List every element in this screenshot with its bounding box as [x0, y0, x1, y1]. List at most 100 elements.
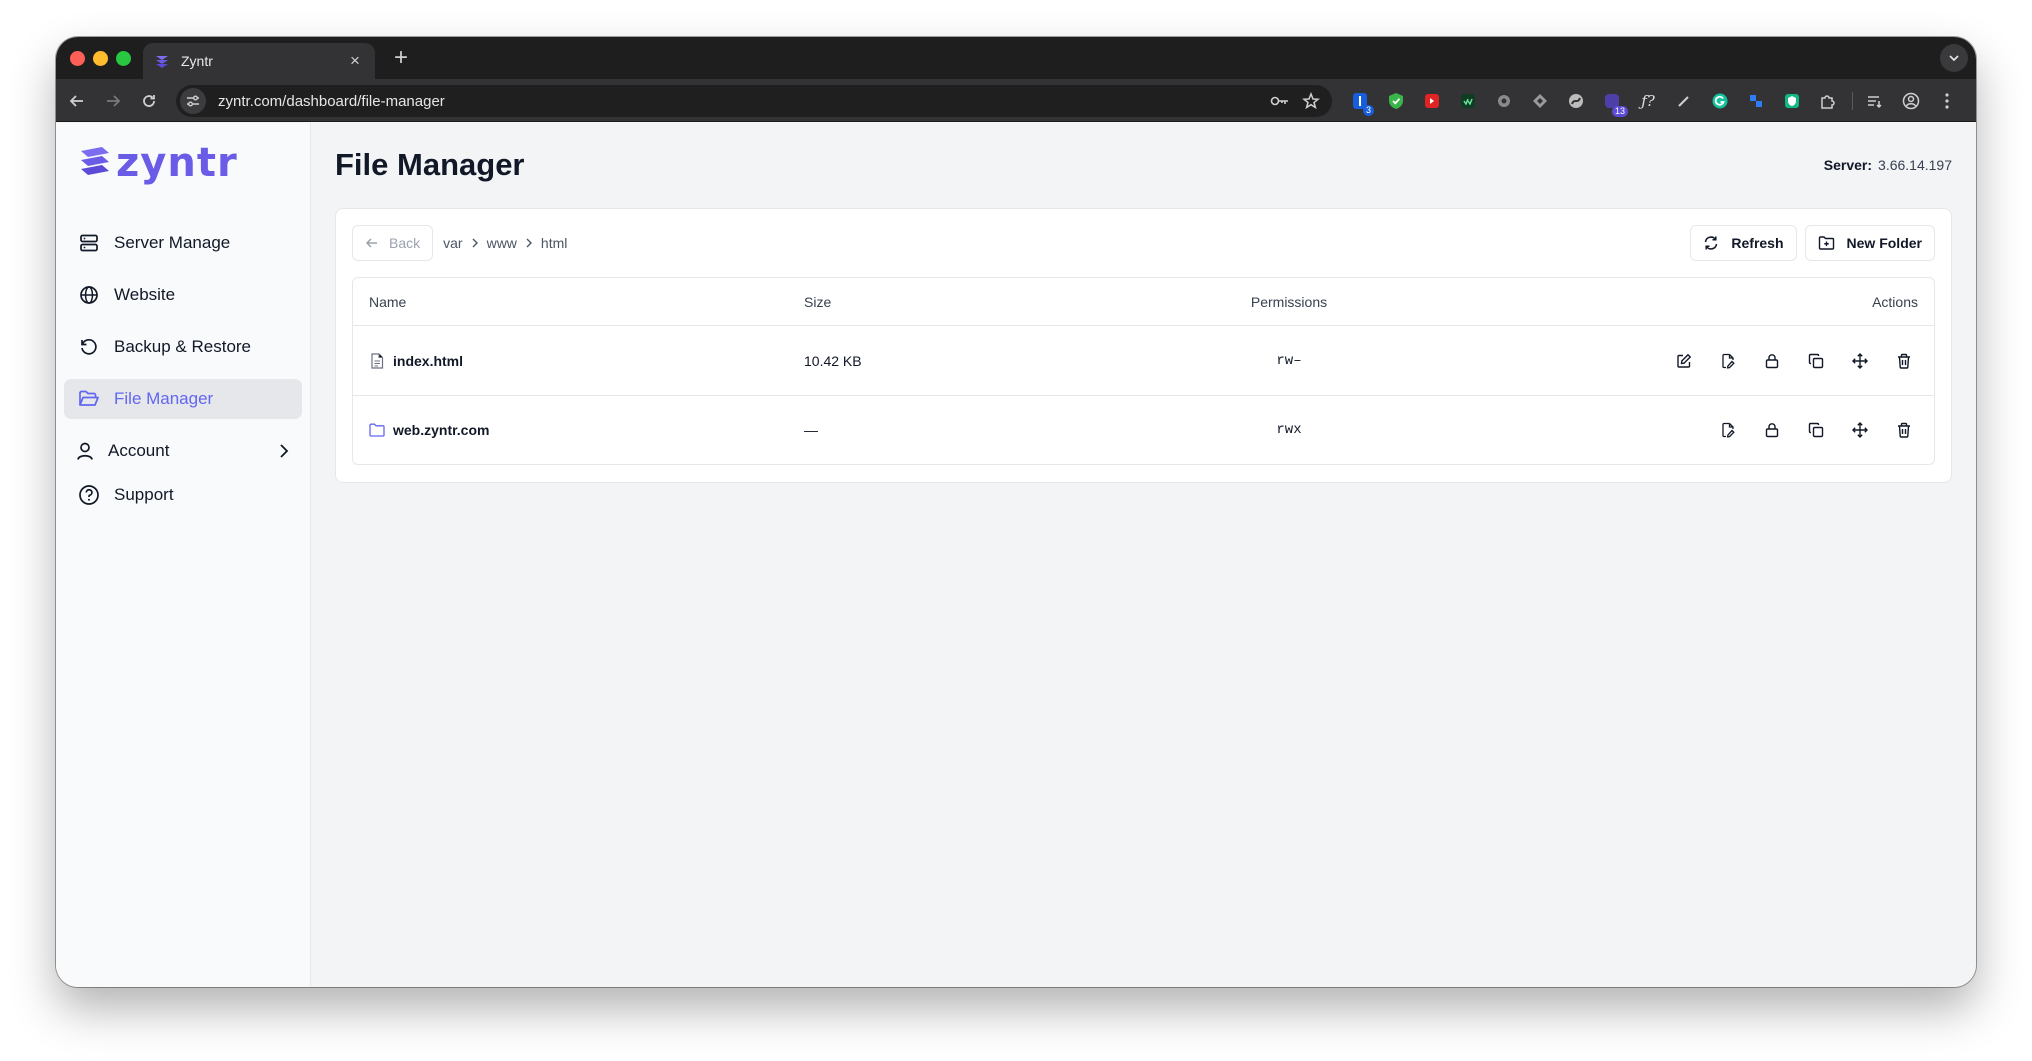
delete-button[interactable] — [1890, 416, 1918, 444]
permissions-button[interactable] — [1758, 347, 1786, 375]
tab-close-icon[interactable]: × — [345, 51, 365, 71]
chevron-down-icon — [1949, 55, 1959, 62]
maximize-window-button[interactable] — [116, 51, 131, 66]
notification-badge: 13 — [1611, 106, 1628, 117]
move-button[interactable] — [1846, 416, 1874, 444]
bitwarden-extension-icon[interactable]: 3 — [1348, 89, 1374, 116]
table-header: Name Size Permissions Actions — [353, 278, 1934, 326]
chevron-right-icon — [525, 237, 533, 249]
sidebar-item-support[interactable]: Support — [64, 475, 302, 515]
delete-button[interactable] — [1890, 347, 1918, 375]
sidebar-item-label: Website — [114, 285, 176, 304]
sidebar-nav: Server Manage Website Backup & Restore F… — [64, 223, 302, 527]
copy-button[interactable] — [1802, 416, 1830, 444]
file-toolbar: Back var www html Refresh New Folder — [352, 225, 1935, 261]
pen-extension-icon[interactable] — [1672, 89, 1696, 113]
sidebar-item-label: Support — [114, 485, 174, 504]
copy-icon — [1808, 353, 1824, 368]
breadcrumb-item[interactable]: var — [443, 235, 462, 251]
site-settings-button[interactable] — [180, 88, 206, 114]
address-bar[interactable]: zyntr.com/dashboard/file-manager — [176, 85, 1332, 117]
password-key-icon[interactable] — [1270, 94, 1290, 108]
header-name[interactable]: Name — [369, 278, 406, 325]
close-window-button[interactable] — [70, 51, 85, 66]
top-actions: Refresh New Folder — [1690, 225, 1935, 261]
purple-extension-icon[interactable]: 13 — [1600, 89, 1628, 117]
name-cell: web.zyntr.com — [369, 396, 489, 464]
browser-toolbar: zyntr.com/dashboard/file-manager 3 13 ƒ? — [56, 79, 1976, 122]
kebab-menu-icon[interactable] — [1935, 89, 1959, 113]
trash-icon — [1898, 353, 1910, 369]
toolbar-separator — [1852, 92, 1853, 110]
edit-button[interactable] — [1670, 347, 1698, 375]
permissions-button[interactable] — [1758, 416, 1786, 444]
grammarly-extension-icon[interactable] — [1708, 89, 1732, 113]
reload-icon — [143, 95, 155, 107]
page-title: File Manager — [335, 147, 525, 182]
lock-icon — [1765, 353, 1779, 368]
blue-extension-icon[interactable] — [1744, 89, 1768, 113]
server-icon — [78, 232, 100, 254]
shield-extension-icon[interactable] — [1384, 89, 1408, 113]
actions-cell — [1654, 326, 1918, 395]
permissions-cell: rwx — [1276, 422, 1302, 438]
move-button[interactable] — [1846, 347, 1874, 375]
restore-icon — [78, 336, 100, 358]
profile-icon[interactable] — [1899, 89, 1923, 113]
edit-icon — [1677, 353, 1692, 368]
file-name[interactable]: index.html — [393, 353, 463, 369]
arrow-left-icon — [69, 95, 83, 107]
table-row[interactable]: index.html 10.42 KB rw– — [353, 326, 1934, 395]
zyntr-favicon-icon — [156, 56, 168, 68]
browser-back-button[interactable] — [64, 88, 90, 114]
sidebar-item-label: Backup & Restore — [114, 337, 252, 356]
diamond-extension-icon[interactable] — [1528, 89, 1552, 113]
rename-button[interactable] — [1714, 347, 1742, 375]
breadcrumb-item[interactable]: html — [541, 235, 567, 251]
teal-shield-extension-icon[interactable] — [1780, 89, 1804, 113]
green-check-extension-icon[interactable] — [1456, 89, 1480, 113]
file-pen-icon — [1722, 353, 1735, 369]
zyntr-logo[interactable]: zyntr — [78, 143, 238, 183]
chevron-right-icon — [280, 444, 289, 458]
sidebar-item-file-manager[interactable]: File Manager — [64, 379, 302, 419]
puzzle-extensions-icon[interactable] — [1816, 89, 1840, 113]
copy-icon — [1808, 422, 1824, 438]
folder-name[interactable]: web.zyntr.com — [393, 422, 489, 438]
move-icon — [1852, 352, 1868, 369]
minimize-window-button[interactable] — [93, 51, 108, 66]
move-icon — [1852, 422, 1868, 438]
back-label: Back — [389, 235, 421, 251]
refresh-label: Refresh — [1731, 235, 1784, 251]
copy-button[interactable] — [1802, 347, 1830, 375]
function-extension-icon[interactable]: ƒ? — [1636, 89, 1660, 113]
table-row[interactable]: web.zyntr.com — rwx — [353, 395, 1934, 464]
swirl-extension-icon[interactable] — [1564, 89, 1588, 113]
globe-icon — [78, 284, 100, 306]
permissions-cell: rw– — [1276, 352, 1302, 369]
gear-extension-icon[interactable] — [1492, 89, 1516, 113]
chevron-right-icon — [471, 237, 479, 249]
sidebar-item-website[interactable]: Website — [64, 275, 302, 315]
bookmark-star-icon[interactable] — [1302, 92, 1320, 110]
refresh-button[interactable]: Refresh — [1690, 225, 1797, 261]
rename-button[interactable] — [1714, 416, 1742, 444]
breadcrumb-item[interactable]: www — [487, 235, 517, 251]
header-size[interactable]: Size — [804, 278, 831, 325]
file-manager-card: Back var www html Refresh New Folder Nam… — [335, 208, 1952, 483]
reading-list-icon[interactable] — [1863, 89, 1887, 113]
new-tab-button[interactable]: + — [386, 43, 416, 73]
red-extension-icon[interactable] — [1420, 89, 1444, 113]
tab-search-button[interactable] — [1940, 44, 1968, 72]
sidebar-item-backup-restore[interactable]: Backup & Restore — [64, 327, 302, 367]
back-button[interactable]: Back — [352, 225, 434, 261]
tab-title: Zyntr — [181, 53, 213, 69]
browser-tab[interactable]: Zyntr × — [143, 43, 375, 79]
browser-forward-button[interactable] — [100, 88, 126, 114]
folder-icon — [369, 422, 385, 438]
new-folder-button[interactable]: New Folder — [1804, 225, 1935, 261]
sidebar-item-label: File Manager — [114, 389, 214, 408]
sidebar-item-server-manage[interactable]: Server Manage — [64, 223, 302, 263]
sidebar-item-account[interactable]: Account — [64, 431, 302, 471]
reload-button[interactable] — [136, 88, 162, 114]
